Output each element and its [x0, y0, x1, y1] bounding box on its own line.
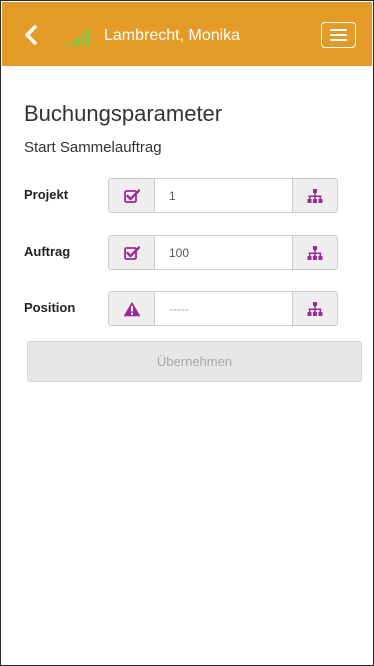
hamburger-menu-icon — [330, 29, 347, 31]
projekt-input[interactable] — [154, 178, 293, 213]
hamburger-menu-icon — [330, 39, 347, 41]
warning-icon — [123, 301, 140, 316]
position-tree-button[interactable] — [292, 291, 338, 326]
chevron-left-icon — [25, 25, 37, 45]
row-auftrag: Auftrag — [24, 235, 342, 271]
row-projekt: Projekt — [24, 178, 342, 214]
row-position: Position — [24, 291, 342, 327]
auftrag-tree-button[interactable] — [292, 235, 338, 270]
page-title: Buchungsparameter — [24, 101, 223, 126]
checkbox-checked-icon — [123, 188, 140, 203]
checkbox-checked-icon — [123, 245, 140, 260]
app-header: Lambrecht, Monika — [2, 2, 372, 66]
hierarchy-icon — [307, 188, 323, 203]
signal-bars-icon — [66, 29, 89, 46]
page-subtitle: Start Sammelauftrag — [24, 139, 162, 156]
back-button[interactable] — [22, 24, 40, 46]
app-frame: Lambrecht, Monika Buchungsparameter Star… — [0, 0, 374, 666]
menu-button[interactable] — [321, 22, 356, 48]
user-name: Lambrecht, Monika — [104, 27, 241, 44]
hamburger-menu-icon — [330, 34, 347, 36]
status-box-projekt[interactable] — [108, 178, 155, 213]
field-label-position: Position — [24, 300, 76, 315]
hierarchy-icon — [307, 301, 323, 316]
apply-button[interactable]: Übernehmen — [27, 341, 362, 382]
hierarchy-icon — [307, 245, 323, 260]
field-label-projekt: Projekt — [24, 187, 69, 202]
status-box-auftrag[interactable] — [108, 235, 155, 270]
position-input[interactable] — [154, 291, 293, 326]
projekt-tree-button[interactable] — [292, 178, 338, 213]
status-box-position[interactable] — [108, 291, 155, 326]
field-label-auftrag: Auftrag — [24, 244, 71, 259]
auftrag-input[interactable] — [154, 235, 293, 270]
